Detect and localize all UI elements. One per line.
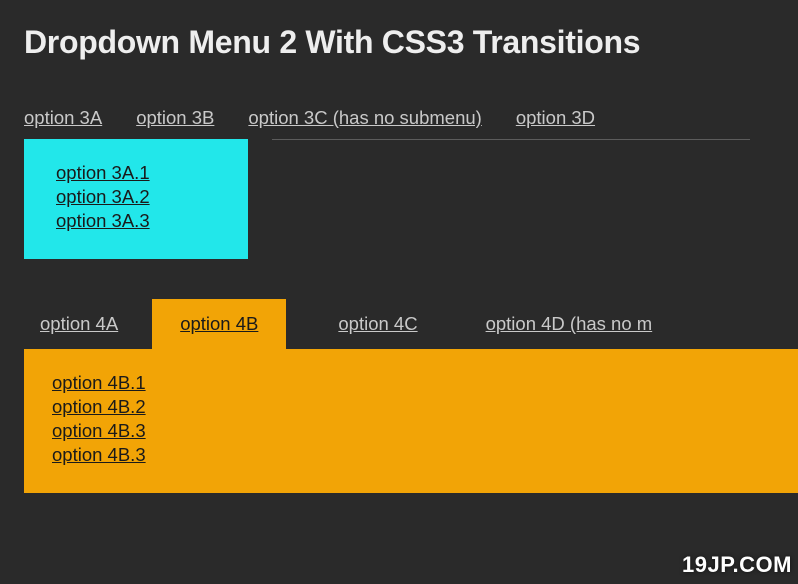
menu-4-row: option 4A option 4B option 4C option 4D …	[24, 295, 798, 349]
submenu-3a: option 3A.1 option 3A.2 option 3A.3	[24, 139, 248, 259]
submenu-4b-item-1[interactable]: option 4B.1	[52, 371, 774, 395]
submenu-3a-item-3[interactable]: option 3A.3	[56, 209, 224, 233]
menu-4a[interactable]: option 4A	[24, 299, 134, 349]
menu-3b[interactable]: option 3B	[136, 107, 214, 129]
page-title: Dropdown Menu 2 With CSS3 Transitions	[0, 0, 798, 61]
submenu-4b-item-2[interactable]: option 4B.2	[52, 395, 774, 419]
menu-4: option 4A option 4B option 4C option 4D …	[0, 295, 798, 493]
menu-3a[interactable]: option 3A	[24, 107, 102, 129]
submenu-4b: option 4B.1 option 4B.2 option 4B.3 opti…	[24, 349, 798, 493]
submenu-4b-item-4[interactable]: option 4B.3	[52, 443, 774, 467]
menu-4b[interactable]: option 4B	[152, 299, 286, 349]
menu-4d[interactable]: option 4D (has no m	[470, 299, 669, 349]
submenu-4b-item-3[interactable]: option 4B.3	[52, 419, 774, 443]
menu-3: option 3A option 3B option 3C (has no su…	[0, 97, 798, 259]
menu-3-divider-wrap: option 3A.1 option 3A.2 option 3A.3	[24, 139, 774, 259]
submenu-3a-item-2[interactable]: option 3A.2	[56, 185, 224, 209]
menu-3c[interactable]: option 3C (has no submenu)	[248, 107, 481, 129]
submenu-3a-item-1[interactable]: option 3A.1	[56, 161, 224, 185]
menu-4c[interactable]: option 4C	[322, 299, 433, 349]
menu-3d[interactable]: option 3D	[516, 107, 595, 129]
menu-3-row: option 3A option 3B option 3C (has no su…	[24, 97, 774, 139]
menu-3-divider	[272, 139, 750, 140]
watermark-text: 19JP.COM	[682, 552, 792, 578]
